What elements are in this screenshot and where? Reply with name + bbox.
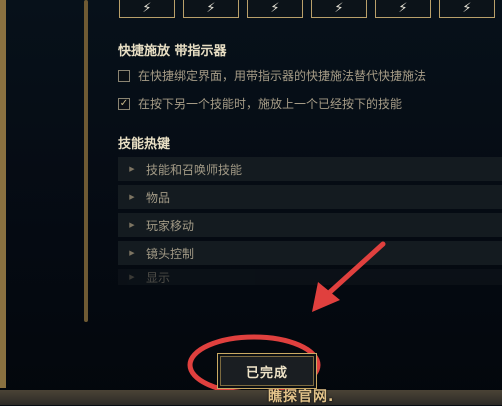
watermark: 瞧探官网. xyxy=(268,389,335,405)
annotation-arrow-shaft xyxy=(327,241,386,295)
settings-window: ⚡ ⚡ ⚡ ⚡ ⚡ ⚡ 快捷施放 带指示器 在快捷绑定界面，用带指示器的快捷施法… xyxy=(0,0,502,405)
bottom-strip xyxy=(0,390,502,405)
done-button[interactable]: 已完成 xyxy=(217,353,317,389)
annotation-overlay xyxy=(187,241,386,396)
